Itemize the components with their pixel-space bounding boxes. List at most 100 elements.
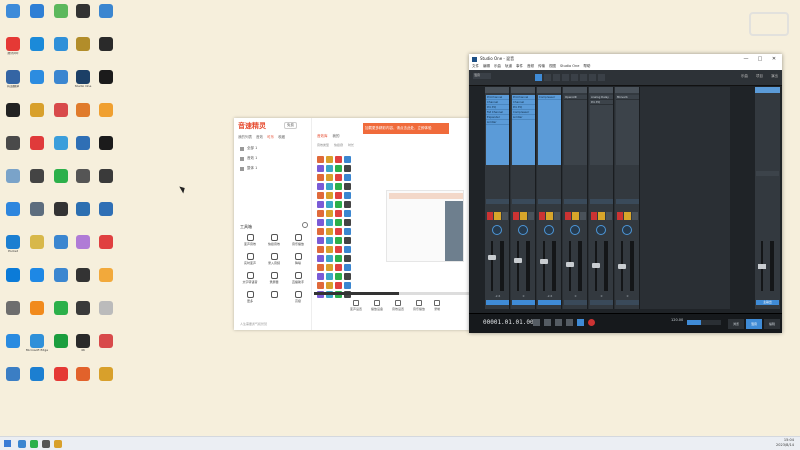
sound-effect-icon[interactable] bbox=[317, 192, 324, 199]
sound-effect-icon[interactable] bbox=[326, 273, 333, 280]
playback-progress[interactable] bbox=[314, 292, 469, 295]
arrow-tool-icon[interactable] bbox=[535, 74, 542, 81]
sound-effect-icon[interactable] bbox=[317, 246, 324, 253]
mixer-channel-strip[interactable]: Compressor -2.6 bbox=[537, 87, 562, 309]
desktop-icon[interactable] bbox=[71, 301, 95, 316]
start-button-icon[interactable] bbox=[4, 440, 11, 447]
mixer-channel-strip[interactable]: ProChannel Channel Pro EQ Fat Channel Expand… bbox=[485, 87, 510, 309]
sound-effect-icon[interactable] bbox=[344, 282, 351, 289]
mixer-channel-strip[interactable]: Analog Delay Pro EQ 0 bbox=[589, 87, 614, 309]
desktop-icon[interactable] bbox=[1, 334, 25, 349]
tempo-display[interactable]: 120.00 bbox=[671, 318, 683, 322]
desktop-icon[interactable] bbox=[94, 103, 118, 118]
desktop-icon[interactable] bbox=[49, 235, 73, 250]
desktop-icon[interactable] bbox=[71, 136, 95, 151]
sound-effect-icon[interactable] bbox=[344, 219, 351, 226]
sound-effect-icon[interactable] bbox=[344, 165, 351, 172]
pan-knob[interactable] bbox=[544, 225, 554, 235]
desktop-icon[interactable] bbox=[49, 268, 73, 283]
desktop-icon[interactable] bbox=[49, 367, 73, 382]
system-tray-clock[interactable]: 15:04 2023/8/14 bbox=[776, 438, 794, 448]
desktop-icon[interactable]: Pocket bbox=[1, 235, 25, 254]
fader-handle[interactable] bbox=[566, 261, 574, 267]
sound-effect-icon[interactable] bbox=[326, 255, 333, 262]
fader-handle[interactable] bbox=[540, 259, 548, 264]
pan-knob[interactable] bbox=[492, 225, 502, 235]
sound-effect-icon[interactable] bbox=[344, 210, 351, 217]
sound-effect-icon[interactable] bbox=[335, 183, 342, 190]
sound-effect-icon[interactable] bbox=[344, 174, 351, 181]
desktop-icon[interactable] bbox=[1, 169, 25, 184]
sidebar-tab[interactable]: 我的列表 bbox=[238, 135, 252, 140]
desktop-icon[interactable] bbox=[1, 4, 25, 19]
toolbox-settings-icon[interactable] bbox=[302, 222, 308, 228]
sound-effect-icon[interactable] bbox=[317, 237, 324, 244]
desktop-icon[interactable] bbox=[49, 202, 73, 217]
record-arm-button[interactable] bbox=[579, 212, 586, 220]
record-arm-button[interactable] bbox=[631, 212, 638, 220]
page-tab[interactable]: 混音 bbox=[746, 319, 762, 329]
desktop-icon[interactable]: 4K bbox=[71, 334, 95, 353]
toolbox-item[interactable]: 变声音效 bbox=[238, 234, 262, 246]
desktop-icon[interactable]: 腾讯QQ bbox=[1, 37, 25, 56]
sound-effect-icon[interactable] bbox=[326, 165, 333, 172]
desktop-icon[interactable] bbox=[49, 4, 73, 19]
desktop-icon[interactable] bbox=[25, 235, 49, 250]
toolbox-item[interactable]: 录入音频 bbox=[262, 253, 286, 265]
sound-effect-icon[interactable] bbox=[326, 156, 333, 163]
pan-knob[interactable] bbox=[570, 225, 580, 235]
taskbar-app-icon[interactable] bbox=[42, 440, 50, 448]
toolbox-item[interactable]: 实时变声 bbox=[238, 253, 262, 265]
mute-button[interactable] bbox=[617, 212, 624, 220]
desktop-icon[interactable] bbox=[94, 37, 118, 52]
sound-effect-icon[interactable] bbox=[317, 264, 324, 271]
desktop-icon[interactable] bbox=[1, 301, 25, 316]
stop-button-icon[interactable] bbox=[566, 319, 573, 326]
pan-knob[interactable] bbox=[622, 225, 632, 235]
mute-button[interactable] bbox=[539, 212, 546, 220]
sound-effect-icon[interactable] bbox=[326, 246, 333, 253]
sound-effect-icon[interactable] bbox=[317, 255, 324, 262]
sound-effect-icon[interactable] bbox=[326, 174, 333, 181]
mixer-channel-strip[interactable]: OpenAIR 0 bbox=[563, 87, 588, 309]
sound-effect-icon[interactable] bbox=[344, 246, 351, 253]
toolbox-item[interactable]: 快捷音效 bbox=[262, 234, 286, 246]
insert-slot[interactable]: Limiter bbox=[486, 120, 509, 125]
fader-handle[interactable] bbox=[514, 258, 522, 263]
sound-effect-icon[interactable] bbox=[335, 219, 342, 226]
bottom-action[interactable]: 音乐播放 bbox=[413, 300, 425, 311]
sound-library-filter[interactable]: 时长 bbox=[348, 143, 354, 147]
sound-effect-icon[interactable] bbox=[335, 228, 342, 235]
sound-effect-icon[interactable] bbox=[335, 174, 342, 181]
desktop-icon[interactable] bbox=[25, 103, 49, 118]
sound-effect-icon[interactable] bbox=[335, 156, 342, 163]
desktop-icon[interactable] bbox=[1, 136, 25, 151]
studio-one-window[interactable]: Studio One - 混音 — □ ✕ 文件 编辑 乐曲 轨道 事件 音频 传输 视图 St… bbox=[469, 54, 782, 333]
desktop-icon[interactable] bbox=[49, 70, 73, 85]
sound-effect-icon[interactable] bbox=[317, 183, 324, 190]
desktop-icon[interactable] bbox=[94, 202, 118, 217]
sound-effect-icon[interactable] bbox=[326, 282, 333, 289]
sound-effect-icon[interactable] bbox=[335, 282, 342, 289]
taskbar-app-icon[interactable] bbox=[54, 440, 62, 448]
toolbar-view-button[interactable]: 演出 bbox=[771, 74, 778, 79]
desktop-icon[interactable] bbox=[49, 136, 73, 151]
desktop-icon[interactable] bbox=[25, 136, 49, 151]
toolbox-item[interactable]: 录屏器 bbox=[262, 272, 286, 284]
sound-effect-icon[interactable] bbox=[335, 165, 342, 172]
solo-button[interactable] bbox=[624, 212, 631, 220]
sound-effect-icon[interactable] bbox=[335, 264, 342, 271]
sound-effect-icon[interactable] bbox=[335, 273, 342, 280]
desktop-icon[interactable] bbox=[94, 334, 118, 349]
record-arm-button[interactable] bbox=[605, 212, 612, 220]
loop-button-icon[interactable] bbox=[533, 319, 540, 326]
fader-handle[interactable] bbox=[592, 263, 600, 268]
desktop-icon[interactable] bbox=[94, 235, 118, 250]
range-tool-icon[interactable] bbox=[544, 74, 551, 81]
desktop-icon[interactable] bbox=[25, 4, 49, 19]
record-arm-button[interactable] bbox=[553, 212, 560, 220]
rewind-button-icon[interactable] bbox=[544, 319, 551, 326]
bottom-action[interactable]: 音效设置 bbox=[392, 300, 404, 311]
sound-effect-icon[interactable] bbox=[326, 219, 333, 226]
bottom-action[interactable]: 变声设置 bbox=[350, 300, 362, 311]
